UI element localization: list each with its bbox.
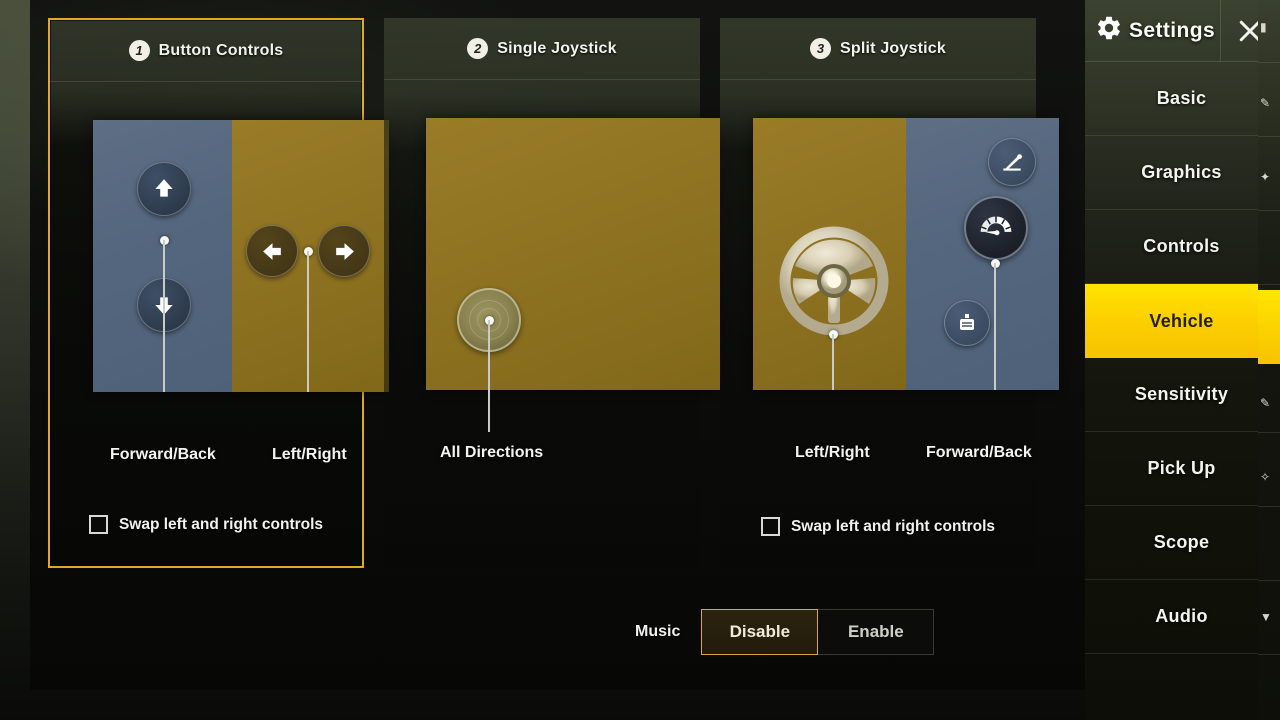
panel-2-header: 2 Single Joystick bbox=[384, 18, 700, 80]
panel-2-leader-line bbox=[488, 320, 490, 390]
seat-icon[interactable] bbox=[944, 300, 990, 346]
panel-1-title: Button Controls bbox=[158, 41, 284, 59]
sidebar-main-column: Settings Basic Graphics Controls Vehicle… bbox=[1085, 0, 1278, 720]
edge-glyph-icon: ▼ bbox=[1260, 610, 1272, 624]
panel-3-right-leader-line bbox=[994, 263, 996, 390]
sidebar-header: Settings bbox=[1085, 0, 1278, 62]
panel-3-header: 3 Split Joystick bbox=[720, 18, 1036, 80]
panel-3-left-caption: Left/Right bbox=[795, 444, 870, 461]
panel-1-header: 1 Button Controls bbox=[50, 20, 362, 82]
gear-icon bbox=[1095, 14, 1123, 47]
panel-3-swap-row[interactable]: Swap left and right controls bbox=[720, 517, 1036, 536]
sidebar-item-sensitivity[interactable]: Sensitivity bbox=[1085, 358, 1278, 432]
panel-2-title: Single Joystick bbox=[497, 39, 617, 57]
panel-1-left-region bbox=[93, 120, 233, 392]
panel-1-number-badge: 1 bbox=[128, 40, 150, 61]
sidebar-item-graphics[interactable]: Graphics bbox=[1085, 136, 1278, 210]
panel-1-swap-row[interactable]: Swap left and right controls bbox=[50, 515, 362, 534]
sidebar-item-controls[interactable]: Controls bbox=[1085, 210, 1278, 284]
arrow-left-icon[interactable] bbox=[246, 225, 299, 277]
panel-3-title: Split Joystick bbox=[840, 39, 946, 57]
arrow-right-icon[interactable] bbox=[318, 225, 371, 277]
music-toggle-group: Disable Enable bbox=[701, 609, 935, 655]
panel-3-number-badge: 3 bbox=[810, 38, 832, 59]
panel-3-right-region bbox=[906, 118, 1059, 390]
panel-2-illustration bbox=[426, 118, 720, 390]
settings-screen: 1 Button Controls Forward/Back Left/Righ… bbox=[0, 0, 1280, 720]
settings-sidebar: Settings Basic Graphics Controls Vehicle… bbox=[1085, 0, 1280, 720]
panel-1-left-leader-line bbox=[163, 240, 165, 392]
edge-glyph-icon: ✎ bbox=[1260, 96, 1271, 110]
music-disable-button[interactable]: Disable bbox=[701, 609, 819, 655]
panel-split-joystick[interactable]: 3 Split Joystick Left/Right Forward/Back… bbox=[720, 18, 1059, 568]
sidebar-item-pick-up[interactable]: Pick Up bbox=[1085, 432, 1278, 506]
edge-glyph-icon: ✦ bbox=[1260, 170, 1271, 184]
panel-3-left-region bbox=[753, 118, 906, 390]
edge-active-highlight bbox=[1258, 290, 1280, 364]
speedometer-icon[interactable] bbox=[964, 196, 1028, 260]
panel-1-illustration bbox=[93, 120, 389, 392]
edge-glyph-icon: ✎ bbox=[1260, 396, 1271, 410]
arrow-up-icon[interactable] bbox=[137, 162, 191, 216]
panel-3-swap-label: Swap left and right controls bbox=[790, 517, 996, 535]
music-label: Music bbox=[635, 623, 681, 640]
panel-2-number-badge: 2 bbox=[467, 38, 489, 59]
panel-1-right-leader-line bbox=[307, 251, 310, 392]
panel-1-swap-checkbox[interactable] bbox=[88, 515, 108, 534]
panel-1-right-region bbox=[232, 120, 389, 392]
panel-1-swap-label: Swap left and right controls bbox=[118, 515, 324, 533]
edge-glyph-icon: ▮ bbox=[1260, 20, 1267, 34]
steering-wheel-icon[interactable] bbox=[779, 226, 889, 341]
sidebar-item-basic[interactable]: Basic bbox=[1085, 62, 1278, 136]
music-enable-button[interactable]: Enable bbox=[817, 609, 935, 655]
sidebar-item-scope[interactable]: Scope bbox=[1085, 506, 1278, 580]
panel-3-illustration bbox=[753, 118, 1059, 390]
edge-glyph-icon: ✧ bbox=[1260, 470, 1271, 484]
panel-3-right-caption: Forward/Back bbox=[926, 444, 1032, 461]
vehicle-controls-board: 1 Button Controls Forward/Back Left/Righ… bbox=[30, 0, 1086, 690]
panel-2-region bbox=[426, 118, 720, 390]
music-setting-row: Music Disable Enable bbox=[635, 609, 935, 655]
panel-single-joystick[interactable]: 2 Single Joystick All Directions bbox=[384, 18, 720, 568]
handbrake-icon[interactable] bbox=[988, 138, 1036, 186]
panel-1-right-caption: Left/Right bbox=[272, 446, 347, 463]
panel-button-controls[interactable]: 1 Button Controls Forward/Back Left/Righ… bbox=[48, 18, 389, 568]
sidebar-edge-column: ▮ ✎ ✦ ✎ ✧ ▼ bbox=[1258, 0, 1280, 720]
panel-2-leader-line-ext bbox=[488, 390, 490, 432]
sidebar-item-audio[interactable]: Audio bbox=[1085, 580, 1278, 654]
panel-3-swap-checkbox[interactable] bbox=[760, 517, 780, 536]
panel-1-left-caption: Forward/Back bbox=[110, 446, 216, 463]
sidebar-item-vehicle[interactable]: Vehicle bbox=[1085, 284, 1278, 358]
settings-title: Settings bbox=[1129, 18, 1216, 42]
panel-3-left-leader-line bbox=[832, 334, 834, 390]
panel-2-left-caption: All Directions bbox=[440, 444, 544, 461]
